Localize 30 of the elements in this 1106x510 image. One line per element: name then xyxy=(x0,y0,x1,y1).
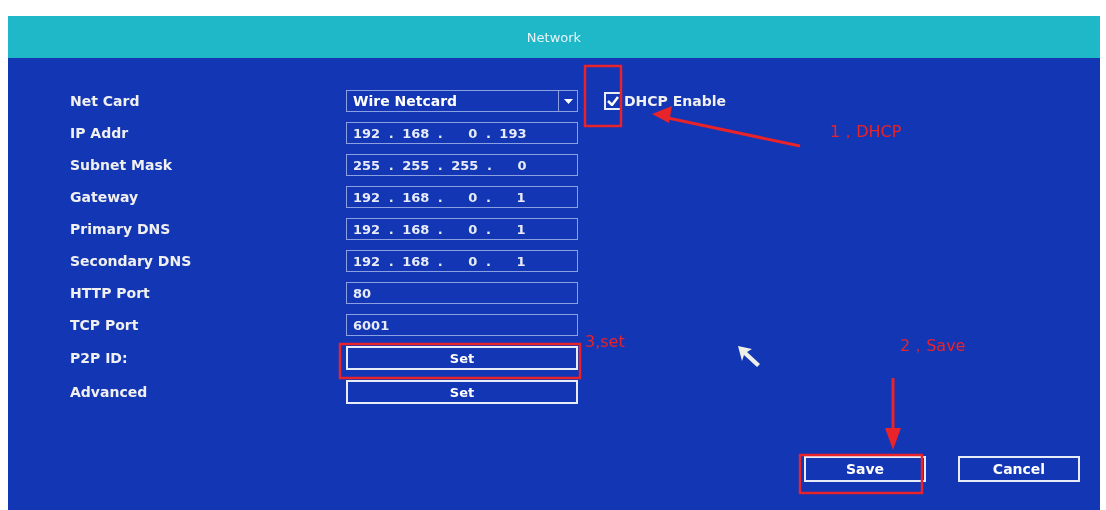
ip-address-field[interactable]: 192 . 168 . 0 . 1 xyxy=(346,250,578,272)
field-label: Net Card xyxy=(70,93,141,109)
port-field[interactable]: 6001 xyxy=(346,314,578,336)
field-label: Primary DNS xyxy=(70,221,172,237)
field-label: Advanced xyxy=(70,384,149,400)
field-label: HTTP Port xyxy=(70,285,151,301)
highlight-frame xyxy=(583,64,623,128)
field-label: Gateway xyxy=(70,189,140,205)
dialog-button[interactable]: Cancel xyxy=(958,456,1080,482)
set-button[interactable]: Set xyxy=(346,346,578,370)
net-card-dropdown[interactable]: Wire Netcard xyxy=(346,90,578,112)
ip-address-field[interactable]: 192 . 168 . 0 . 1 xyxy=(346,186,578,208)
annotation-label: 1，DHCP xyxy=(830,122,902,143)
dialog-button[interactable]: Save xyxy=(804,456,926,482)
field-label: IP Addr xyxy=(70,125,130,141)
checkbox-label: DHCP Enable xyxy=(624,93,727,109)
ip-address-field[interactable]: 192 . 168 . 0 . 193 xyxy=(346,122,578,144)
port-field[interactable]: 80 xyxy=(346,282,578,304)
set-button[interactable]: Set xyxy=(346,380,578,404)
annotation-label: 2，Save xyxy=(900,336,966,357)
window-title: Network xyxy=(8,16,1100,58)
ip-address-field[interactable]: 255 . 255 . 255 . 0 xyxy=(346,154,578,176)
annotation-label: 3,set xyxy=(585,332,625,351)
annotation-arrow xyxy=(885,378,901,450)
dhcp-checkbox[interactable] xyxy=(604,92,622,110)
field-label: P2P ID: xyxy=(70,350,129,366)
field-label: Subnet Mask xyxy=(70,157,174,173)
field-label: Secondary DNS xyxy=(70,253,193,269)
field-label: TCP Port xyxy=(70,317,140,333)
ip-address-field[interactable]: 192 . 168 . 0 . 1 xyxy=(346,218,578,240)
